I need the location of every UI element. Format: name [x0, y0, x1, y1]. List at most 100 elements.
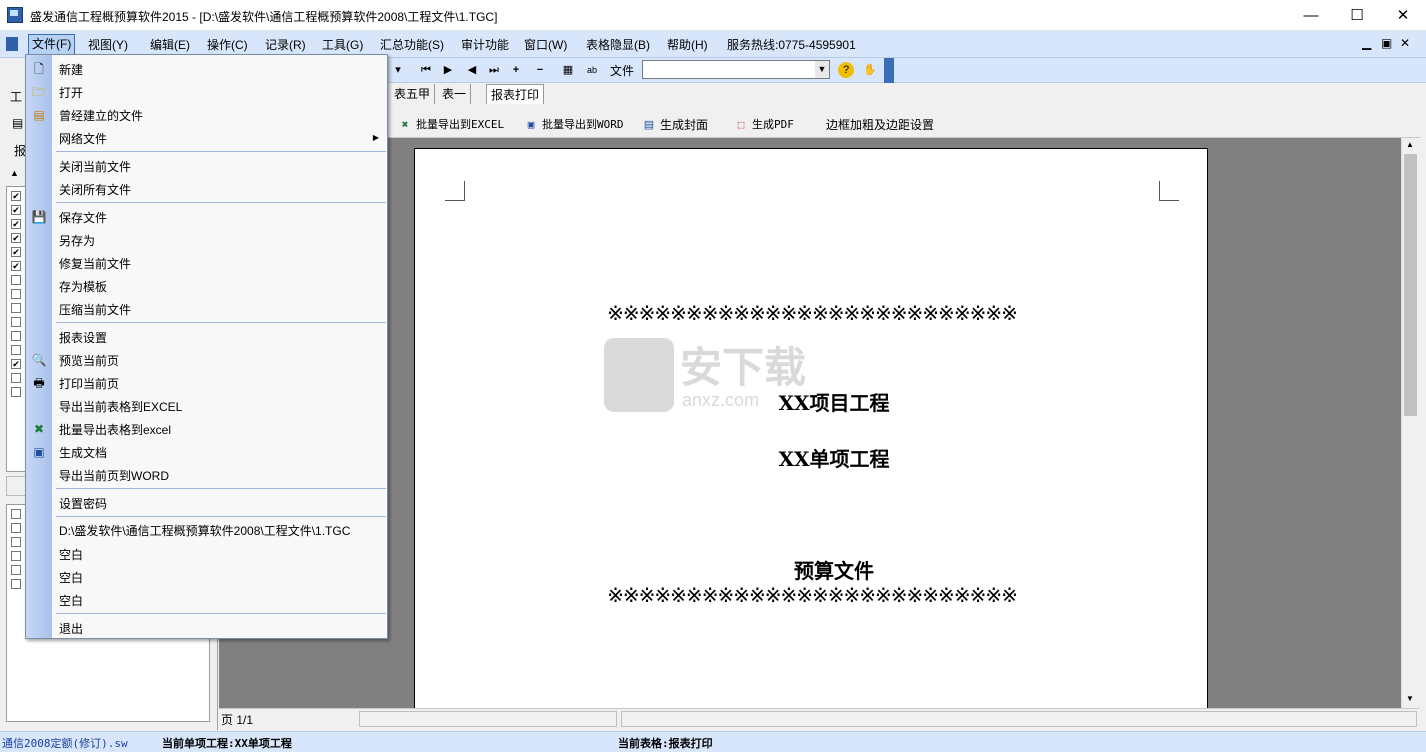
- calculator-icon[interactable]: ▦: [560, 62, 576, 78]
- minimize-button[interactable]: —: [1288, 0, 1334, 31]
- menu-item-batch-export-excel[interactable]: 批量导出表格到excel: [59, 422, 171, 438]
- checkbox[interactable]: [11, 289, 21, 299]
- checkbox[interactable]: [11, 373, 21, 383]
- hand-icon[interactable]: ✋: [862, 62, 878, 78]
- checkbox[interactable]: [11, 537, 21, 547]
- menu-item-open[interactable]: 打开: [59, 85, 83, 101]
- menu-item-close-all[interactable]: 关闭所有文件: [59, 182, 131, 198]
- menu-item-export-excel[interactable]: 导出当前表格到EXCEL: [59, 399, 182, 415]
- menu-item-recent[interactable]: 曾经建立的文件: [59, 108, 143, 124]
- status-section: [621, 711, 1417, 727]
- menu-item-repair[interactable]: 修复当前文件: [59, 256, 131, 272]
- scroll-down-icon[interactable]: ▼: [1406, 694, 1414, 703]
- first-record-icon[interactable]: ⏮: [418, 62, 434, 78]
- export-word-label: 批量导出到WORD: [542, 118, 624, 131]
- menu-item-new[interactable]: 新建: [59, 62, 83, 78]
- checkbox-checked[interactable]: ✔: [11, 247, 21, 257]
- menu-window[interactable]: 窗口(W): [524, 36, 567, 53]
- checkbox[interactable]: [11, 303, 21, 313]
- scroll-up-icon[interactable]: ▲: [10, 168, 19, 178]
- menu-audit[interactable]: 审计功能: [461, 36, 509, 53]
- word-icon: ▣: [527, 118, 535, 131]
- menu-item-compress[interactable]: 压缩当前文件: [59, 302, 131, 318]
- checkbox[interactable]: [11, 551, 21, 561]
- pdf-button[interactable]: ⬚ 生成PDF: [732, 116, 794, 134]
- checkbox-checked[interactable]: ✔: [11, 219, 21, 229]
- menu-tools[interactable]: 工具(G): [322, 36, 363, 53]
- checkbox[interactable]: [11, 565, 21, 575]
- menu-summary[interactable]: 汇总功能(S): [380, 36, 444, 53]
- menu-table-toggle[interactable]: 表格隐显(B): [586, 36, 650, 53]
- checkbox-checked[interactable]: ✔: [11, 261, 21, 271]
- checkbox[interactable]: [11, 509, 21, 519]
- spellcheck-icon[interactable]: ab: [584, 62, 600, 78]
- mdi-restore-icon[interactable]: ▣: [1381, 36, 1392, 50]
- export-word-button[interactable]: ▣ 批量导出到WORD: [522, 116, 624, 134]
- decorative-stars-bottom: ※※※※※※※※※※※※※※※※※※※※※※※※※※: [607, 583, 1018, 607]
- menu-help[interactable]: 帮助(H): [667, 36, 708, 53]
- menu-item-recent-file-1[interactable]: D:\盛发软件\通信工程概预算软件2008\工程文件\1.TGC: [59, 523, 350, 539]
- menu-item-exit[interactable]: 退出: [59, 621, 83, 637]
- checkbox[interactable]: [11, 387, 21, 397]
- menu-item-preview[interactable]: 预览当前页: [59, 353, 119, 369]
- checkbox-checked[interactable]: ✔: [11, 359, 21, 369]
- checkbox-checked[interactable]: ✔: [11, 191, 21, 201]
- remove-icon[interactable]: −: [532, 62, 548, 78]
- menu-item-recent-file-4[interactable]: 空白: [59, 593, 83, 609]
- menu-item-close-current[interactable]: 关闭当前文件: [59, 159, 131, 175]
- menu-item-report-settings[interactable]: 报表设置: [59, 330, 107, 346]
- border-margin-button[interactable]: 边框加粗及边距设置: [806, 116, 934, 134]
- prev-icon[interactable]: ◀: [464, 62, 480, 78]
- checkbox[interactable]: [11, 275, 21, 285]
- cover-button[interactable]: ▤ 生成封面: [640, 116, 708, 134]
- next-icon[interactable]: ▶: [440, 62, 456, 78]
- mdi-minimize-icon[interactable]: ▁: [1362, 36, 1371, 50]
- export-excel-label: 批量导出到EXCEL: [416, 118, 505, 131]
- dropdown-arrow-icon[interactable]: ▾: [390, 62, 406, 78]
- tab-table1[interactable]: 表一: [438, 84, 472, 104]
- checkbox-checked[interactable]: ✔: [11, 205, 21, 215]
- excel-icon: ✖: [401, 118, 409, 131]
- menu-item-network[interactable]: 网络文件: [59, 131, 107, 147]
- menu-item-save-as[interactable]: 另存为: [59, 233, 95, 249]
- checkbox[interactable]: [11, 317, 21, 327]
- checkbox[interactable]: [11, 579, 21, 589]
- item-name: XX单项工程: [778, 447, 890, 471]
- menu-item-generate-doc[interactable]: 生成文档: [59, 445, 107, 461]
- menu-edit[interactable]: 编辑(E): [150, 36, 190, 53]
- maximize-button[interactable]: ☐: [1334, 0, 1380, 31]
- tab-table5a[interactable]: 表五甲: [390, 84, 436, 104]
- menu-item-set-password[interactable]: 设置密码: [59, 496, 107, 512]
- margin-mark: [445, 181, 465, 201]
- chevron-down-icon[interactable]: ▼: [815, 61, 829, 78]
- scroll-up-icon[interactable]: ▲: [1406, 140, 1414, 149]
- menu-view[interactable]: 视图(Y): [88, 36, 128, 53]
- file-select[interactable]: ▼: [642, 60, 830, 79]
- scroll-thumb[interactable]: [1404, 154, 1417, 416]
- menu-file[interactable]: 文件(F): [28, 34, 76, 55]
- menu-record[interactable]: 记录(R): [265, 36, 306, 53]
- vertical-scrollbar[interactable]: ▲ ▼: [1401, 138, 1419, 708]
- toolbar-overflow[interactable]: [884, 58, 894, 83]
- menu-item-recent-file-3[interactable]: 空白: [59, 570, 83, 586]
- app-icon[interactable]: [7, 7, 23, 23]
- tab-report-print[interactable]: 报表打印: [486, 84, 545, 104]
- menu-operation[interactable]: 操作(C): [207, 36, 248, 53]
- folder-open-icon: 🗁: [31, 85, 47, 99]
- last-record-icon[interactable]: ⏭: [486, 62, 502, 78]
- export-excel-button[interactable]: ✖ 批量导出到EXCEL: [396, 116, 504, 134]
- mdi-close-icon[interactable]: ✕: [1400, 36, 1410, 50]
- menu-item-save-template[interactable]: 存为模板: [59, 279, 107, 295]
- mdi-doc-icon[interactable]: [6, 37, 18, 51]
- checkbox-checked[interactable]: ✔: [11, 233, 21, 243]
- help-icon[interactable]: ?: [838, 62, 854, 78]
- close-button[interactable]: ✕: [1380, 0, 1426, 31]
- checkbox[interactable]: [11, 345, 21, 355]
- menu-item-print[interactable]: 打印当前页: [59, 376, 119, 392]
- checkbox[interactable]: [11, 331, 21, 341]
- checkbox[interactable]: [11, 523, 21, 533]
- menu-item-export-word[interactable]: 导出当前页到WORD: [59, 468, 169, 484]
- menu-item-save[interactable]: 保存文件: [59, 210, 107, 226]
- menu-item-recent-file-2[interactable]: 空白: [59, 547, 83, 563]
- add-icon[interactable]: +: [508, 62, 524, 78]
